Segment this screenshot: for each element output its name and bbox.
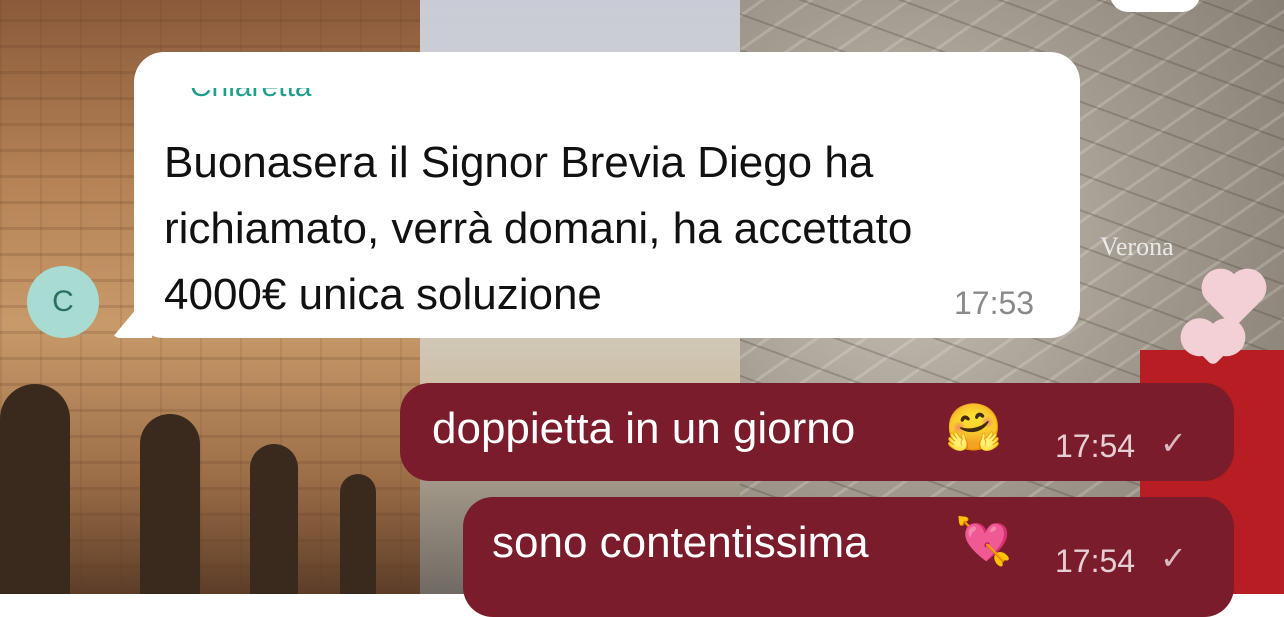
hugging-face-emoji: 🤗	[945, 401, 1003, 453]
incoming-message-text: Buonasera il Signor Brevia Diego ha rich…	[164, 138, 913, 319]
outgoing-message-time: 17:54	[1055, 428, 1136, 464]
outgoing-message-text: doppietta in un giorno	[432, 404, 856, 453]
previous-message-bubble[interactable]	[1110, 0, 1200, 12]
sent-check-icon: ✓	[1160, 540, 1187, 576]
avatar-initial: C	[52, 285, 74, 318]
incoming-message-time: 17:53	[954, 285, 1035, 321]
wallpaper-verona-text: Verona	[1100, 232, 1174, 261]
outgoing-message-text: sono contentissima	[492, 518, 869, 567]
heart-with-arrow-emoji: 💘	[955, 515, 1013, 567]
sent-check-icon: ✓	[1160, 425, 1187, 461]
arena-arch	[140, 414, 200, 594]
arena-arch	[250, 444, 298, 594]
arena-arch	[340, 474, 376, 594]
outgoing-message-time: 17:54	[1055, 543, 1136, 579]
arena-arch	[0, 384, 70, 594]
sender-avatar[interactable]: C	[27, 266, 99, 338]
